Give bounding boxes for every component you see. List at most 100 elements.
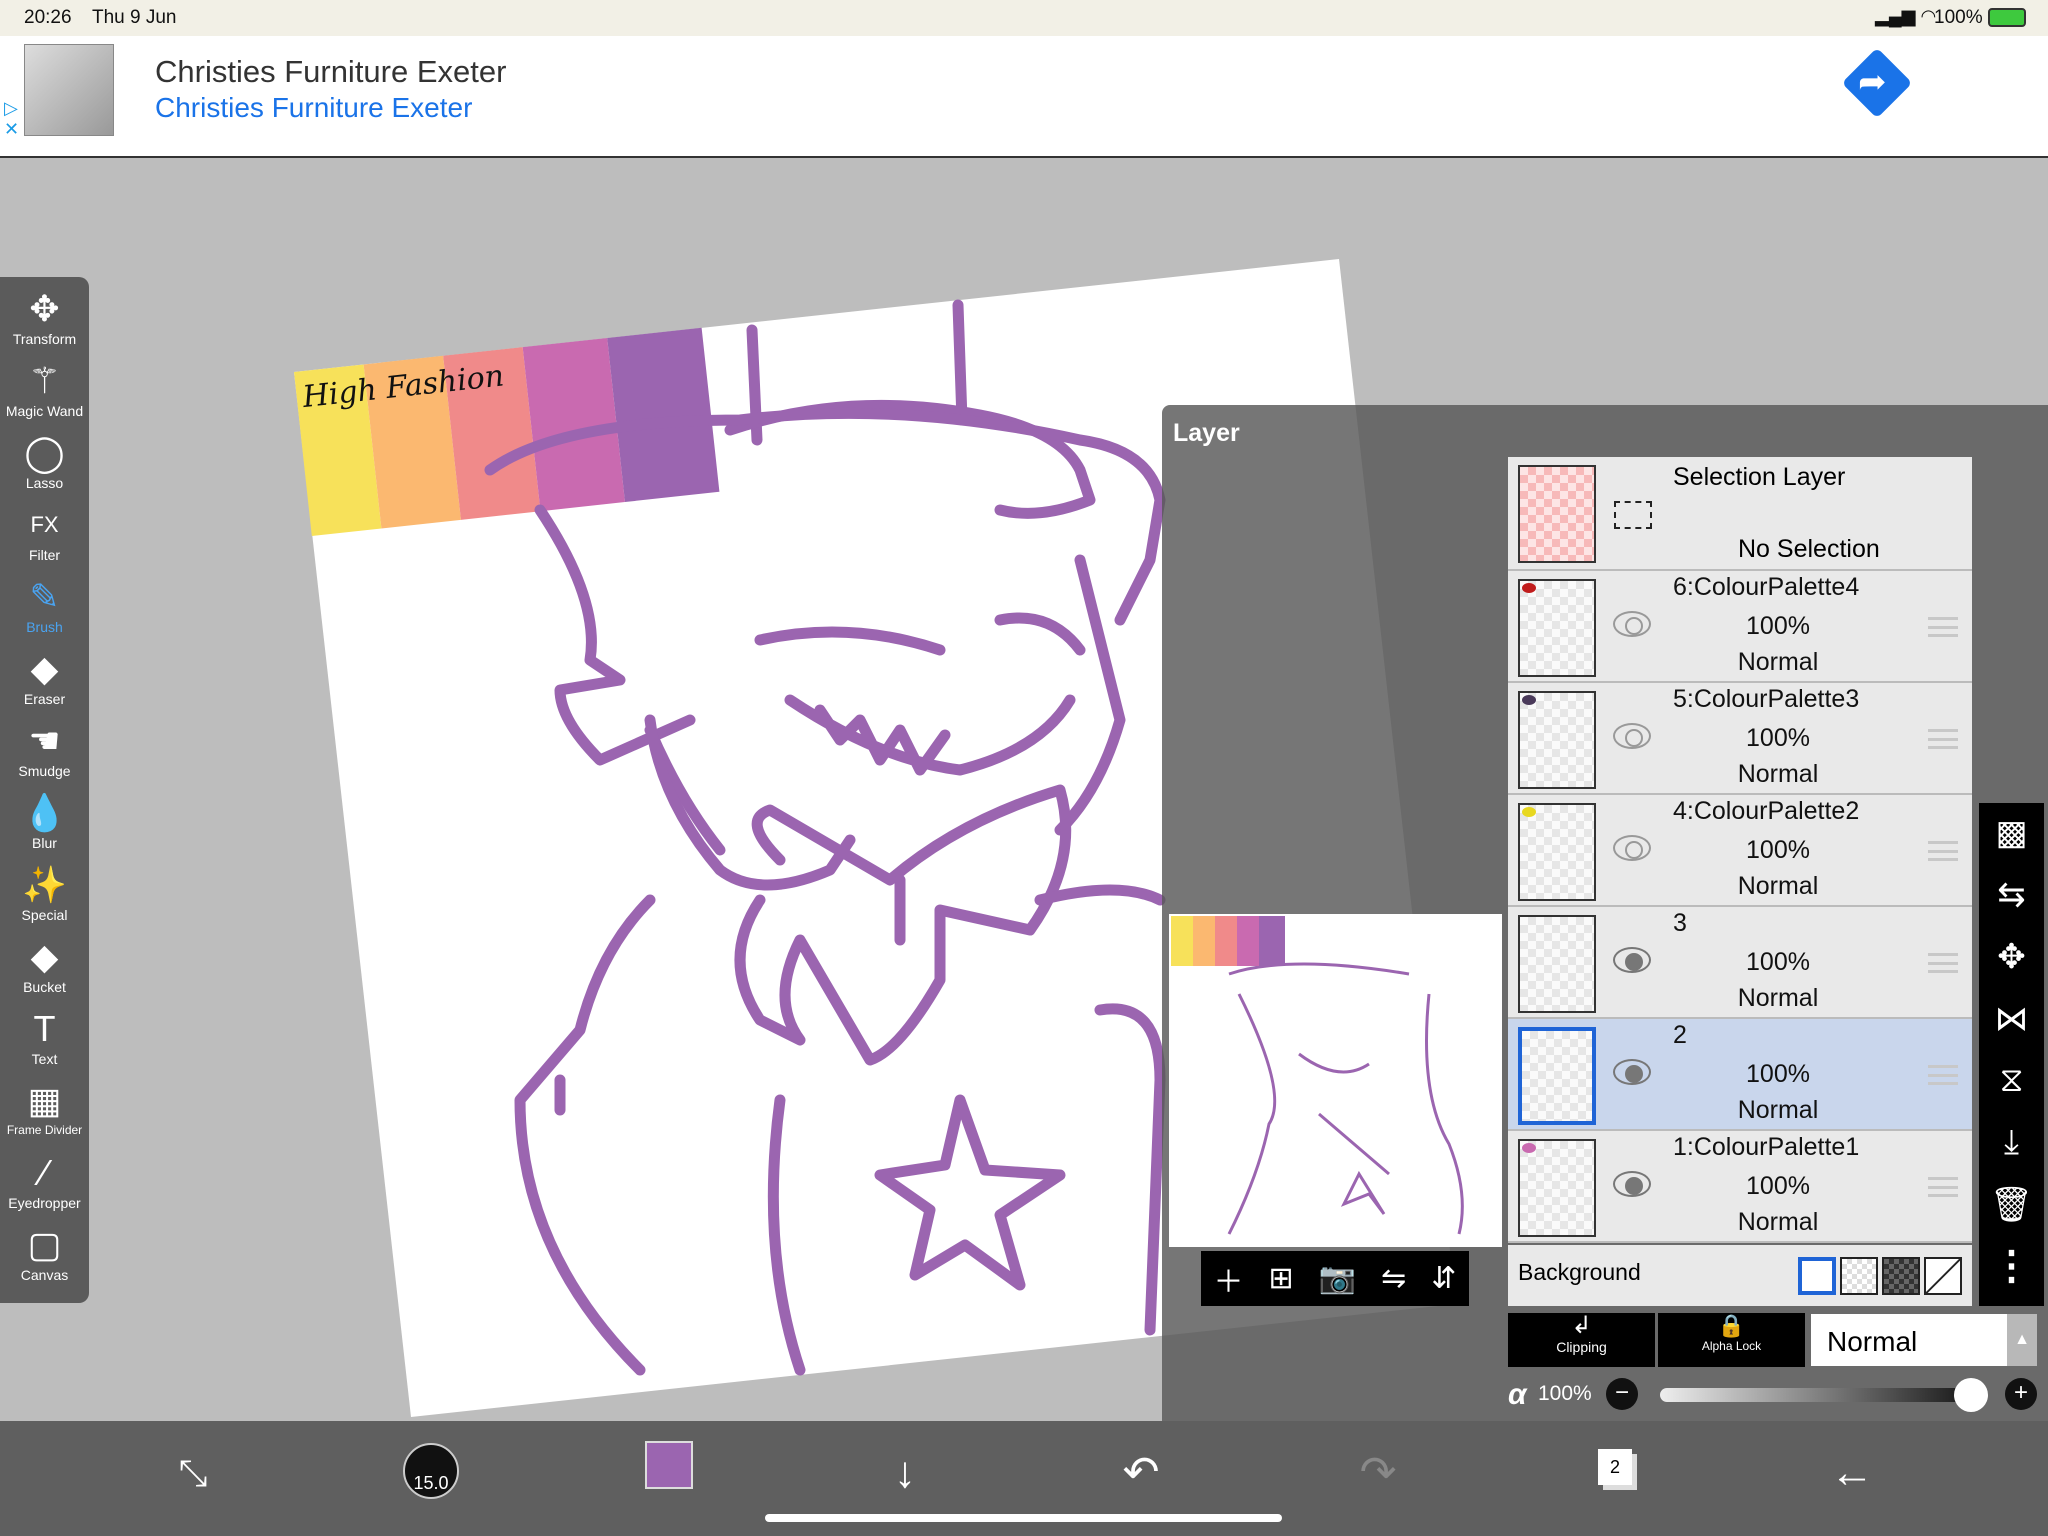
brush-size-button[interactable]: 15.0 xyxy=(403,1443,459,1499)
flip-vertical-icon[interactable]: ⇵ xyxy=(1431,1261,1456,1296)
drag-handle-icon[interactable] xyxy=(1928,617,1958,637)
frame-divider-icon: ▦ xyxy=(27,1080,62,1121)
visibility-eye-icon[interactable] xyxy=(1613,723,1651,749)
delete-layer-icon[interactable]: 🗑 xyxy=(1979,1185,2044,1225)
tool-label: Eyedropper xyxy=(8,1195,81,1211)
canvas-preview-thumbnail[interactable] xyxy=(1169,914,1502,1247)
tool-label: Frame Divider xyxy=(6,1123,83,1137)
alpha-slider[interactable] xyxy=(1660,1388,1980,1402)
back-arrow-icon[interactable]: ← xyxy=(1822,1443,1882,1503)
tool-canvas[interactable]: ▢ Canvas xyxy=(0,1223,89,1295)
tool-blur[interactable]: 💧 Blur xyxy=(0,791,89,863)
tool-bucket[interactable]: ◆ Bucket xyxy=(0,935,89,1007)
eyedropper-icon: ⁄ xyxy=(41,1152,48,1193)
redo-icon[interactable]: ↷ xyxy=(1348,1443,1408,1503)
layer-name: 4:ColourPalette2 xyxy=(1673,797,1860,825)
layer-blend-mode: Normal xyxy=(1737,1096,1819,1124)
selection-layer-row[interactable]: Selection Layer No Selection xyxy=(1508,457,1972,571)
alpha-lock-icon: 🔒 xyxy=(1717,1313,1746,1338)
color-swatch-button[interactable] xyxy=(645,1441,693,1489)
flip-layer-horizontal-icon[interactable]: ⋈ xyxy=(1979,999,2044,1039)
quick-menu-icon[interactable]: ⤡ xyxy=(163,1443,223,1503)
tool-eyedropper[interactable]: ⁄ Eyedropper xyxy=(0,1151,89,1223)
down-arrow-icon[interactable]: ↓ xyxy=(875,1443,935,1503)
background-label: Background xyxy=(1518,1259,1641,1285)
tool-transform[interactable]: ✥ Transform xyxy=(0,287,89,359)
layer-opacity: 100% xyxy=(1746,612,1810,640)
alpha-decrease-button[interactable]: − xyxy=(1606,1378,1638,1410)
move-layer-icon[interactable]: ✥ xyxy=(1979,937,2044,977)
drag-handle-icon[interactable] xyxy=(1928,841,1958,861)
camera-icon[interactable]: 📷 xyxy=(1319,1261,1356,1296)
preview-actions-bar: ＋ ⊞ 📷 ⇋ ⇵ xyxy=(1201,1251,1469,1306)
merge-down-icon[interactable]: ⤓ xyxy=(1979,1123,2044,1162)
layer-row[interactable]: 5:ColourPalette3 100% Normal xyxy=(1508,683,1972,795)
bottom-toolbar: ⤡ 15.0 ↓ ↶ ↷ 2 ← xyxy=(0,1421,2048,1536)
drag-handle-icon[interactable] xyxy=(1928,729,1958,749)
layer-thumbnail xyxy=(1518,579,1596,677)
background-white-option[interactable] xyxy=(1798,1257,1836,1295)
canvas-icon: ▢ xyxy=(27,1224,62,1265)
layer-blend-mode: Normal xyxy=(1737,984,1819,1012)
background-row: Background xyxy=(1508,1245,1972,1306)
visibility-eye-icon[interactable] xyxy=(1613,611,1651,637)
layer-blend-mode: Normal xyxy=(1737,648,1819,676)
tool-label: Special xyxy=(21,907,68,923)
layer-row[interactable]: 6:ColourPalette4 100% Normal xyxy=(1508,571,1972,683)
layers-button[interactable]: 2 xyxy=(1598,1449,1632,1485)
visibility-eye-icon[interactable] xyxy=(1613,947,1651,973)
tool-label: Blur xyxy=(32,835,57,851)
add-layer-copy-icon[interactable]: ⊞ xyxy=(1269,1261,1294,1296)
tool-eraser[interactable]: ◆ Eraser xyxy=(0,647,89,719)
layer-row[interactable]: 2 100% Normal xyxy=(1508,1019,1972,1131)
add-layer-icon[interactable]: ＋ xyxy=(1214,1257,1244,1301)
alpha-increase-button[interactable]: + xyxy=(2005,1378,2037,1410)
background-dark-option[interactable] xyxy=(1882,1257,1920,1295)
tool-magic-wand[interactable]: ⚚ Magic Wand xyxy=(0,359,89,431)
tool-special[interactable]: ✨ Special xyxy=(0,863,89,935)
magic-wand-icon: ⚚ xyxy=(28,360,61,401)
layer-row[interactable]: 1:ColourPalette1 100% Normal xyxy=(1508,1131,1972,1243)
alpha-slider-knob[interactable] xyxy=(1954,1378,1988,1412)
layer-thumbnail xyxy=(1518,915,1596,1013)
layer-tools-bar: ▩ ⇆ ✥ ⋈ ⧖ ⤓ 🗑 ⋮ xyxy=(1979,803,2044,1306)
drag-handle-icon[interactable] xyxy=(1928,1177,1958,1197)
drag-handle-icon[interactable] xyxy=(1928,953,1958,973)
background-none-option[interactable] xyxy=(1924,1257,1962,1295)
layer-thumbnail xyxy=(1518,1027,1596,1125)
layer-row[interactable]: 4:ColourPalette2 100% Normal xyxy=(1508,795,1972,907)
layer-blend-mode: Normal xyxy=(1737,760,1819,788)
undo-icon[interactable]: ↶ xyxy=(1111,1443,1171,1503)
visibility-eye-icon[interactable] xyxy=(1613,1059,1651,1085)
layer-name: 2 xyxy=(1673,1021,1687,1049)
tool-frame-divider[interactable]: ▦ Frame Divider xyxy=(0,1079,89,1151)
alpha-value: 100% xyxy=(1538,1382,1592,1405)
background-transparent-option[interactable] xyxy=(1840,1257,1878,1295)
layer-row[interactable]: 3 100% Normal xyxy=(1508,907,1972,1019)
visibility-eye-icon[interactable] xyxy=(1613,835,1651,861)
blend-mode-select[interactable]: Normal xyxy=(1811,1314,2007,1366)
eraser-icon: ◆ xyxy=(30,648,59,689)
more-options-icon[interactable]: ⋮ xyxy=(1979,1243,2044,1289)
transparency-checker-icon[interactable]: ▩ xyxy=(1979,813,2044,853)
clipping-button[interactable]: ↲ Clipping xyxy=(1508,1313,1655,1367)
layer-panel-title: Layer xyxy=(1173,419,1240,447)
flip-horizontal-icon[interactable]: ⇋ xyxy=(1381,1261,1406,1296)
visibility-eye-icon[interactable] xyxy=(1613,1171,1651,1197)
layer-opacity: 100% xyxy=(1746,836,1810,864)
tool-lasso[interactable]: ◯ Lasso xyxy=(0,431,89,503)
tool-text[interactable]: T Text xyxy=(0,1007,89,1079)
tool-brush[interactable]: ✎ Brush xyxy=(0,575,89,647)
swap-layer-icon[interactable]: ⇆ xyxy=(1979,875,2044,915)
tool-smudge[interactable]: ☚ Smudge xyxy=(0,719,89,791)
drag-handle-icon[interactable] xyxy=(1928,1065,1958,1085)
layer-blend-mode: Normal xyxy=(1737,872,1819,900)
layer-name: 6:ColourPalette4 xyxy=(1673,573,1860,601)
alpha-lock-button[interactable]: 🔒 Alpha Lock xyxy=(1658,1313,1805,1367)
layer-opacity: 100% xyxy=(1746,724,1810,752)
flip-layer-vertical-icon[interactable]: ⧖ xyxy=(1979,1061,2044,1100)
fx-icon: FX xyxy=(30,512,59,537)
lasso-icon: ◯ xyxy=(24,432,65,473)
blend-mode-arrow-icon[interactable]: ▲ xyxy=(2007,1314,2037,1366)
tool-filter[interactable]: FX Filter xyxy=(0,503,89,575)
